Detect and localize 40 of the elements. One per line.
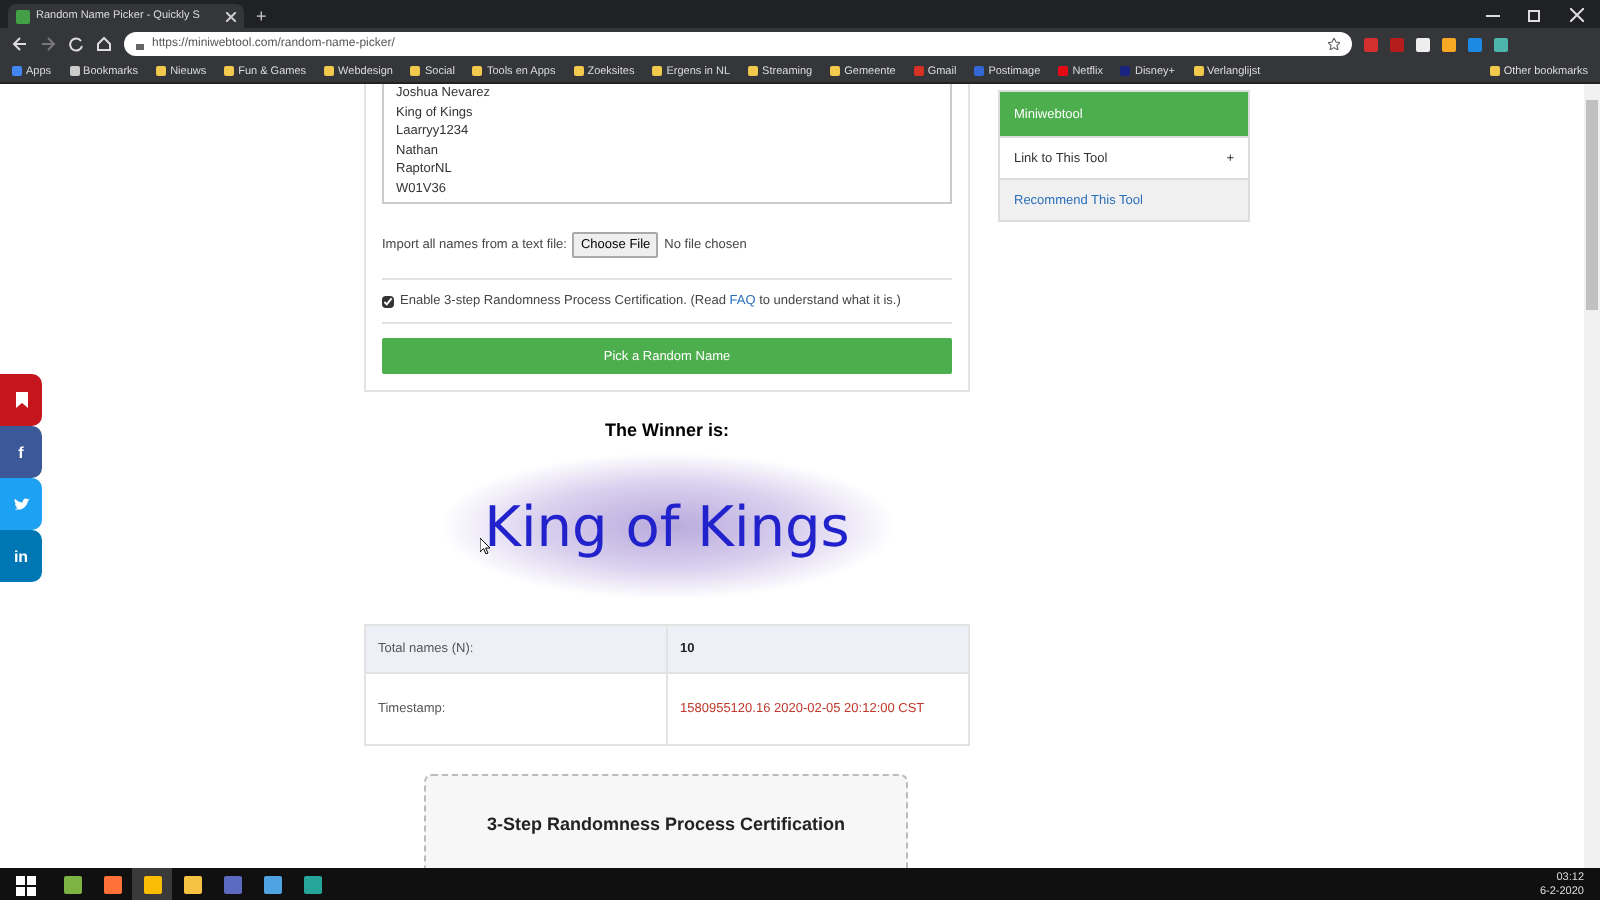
bookmark-icon xyxy=(69,66,80,76)
bird-icon xyxy=(13,497,29,511)
bookmark-icon xyxy=(1120,66,1131,76)
folder-icon xyxy=(1489,66,1500,76)
home-icon[interactable] xyxy=(96,36,112,52)
scrollbar[interactable] xyxy=(1584,84,1600,868)
certification-checkbox[interactable] xyxy=(382,295,394,307)
share-button[interactable]: f xyxy=(0,426,42,478)
windows-icon[interactable] xyxy=(16,875,36,895)
folder-icon xyxy=(748,66,759,76)
bookmark-icon xyxy=(12,66,22,76)
forward-icon[interactable] xyxy=(40,36,56,52)
folder-icon xyxy=(1193,66,1203,76)
share-button[interactable]: in xyxy=(0,530,42,582)
folder-icon xyxy=(472,66,483,76)
taskbar-app[interactable] xyxy=(132,868,172,900)
new-tab-button[interactable]: + xyxy=(256,4,267,28)
bookmark-icon xyxy=(913,66,924,76)
restore-icon[interactable] xyxy=(1528,7,1542,21)
folder-icon xyxy=(324,66,335,76)
winner-heading: The Winner is: xyxy=(603,420,731,440)
share-button[interactable] xyxy=(0,478,42,530)
bookmark-icon xyxy=(1058,66,1069,76)
reload-icon[interactable] xyxy=(68,36,84,52)
bookmark-icon xyxy=(974,66,985,76)
folder-icon xyxy=(410,66,421,76)
close-icon[interactable] xyxy=(1570,7,1584,21)
folder-icon xyxy=(652,66,663,76)
certification-heading: 3-Step Randomness Process Certification xyxy=(486,814,846,834)
star-icon[interactable] xyxy=(1328,38,1340,50)
folder-icon xyxy=(830,66,841,76)
folder-icon xyxy=(573,66,584,76)
bookmark-icon xyxy=(15,392,27,408)
cursor-icon xyxy=(480,538,490,554)
folder-icon xyxy=(224,66,235,76)
close-icon[interactable] xyxy=(226,11,236,21)
folder-icon xyxy=(156,66,167,76)
share-button[interactable] xyxy=(0,374,42,426)
back-icon[interactable] xyxy=(12,36,28,52)
site-icon xyxy=(16,9,30,23)
